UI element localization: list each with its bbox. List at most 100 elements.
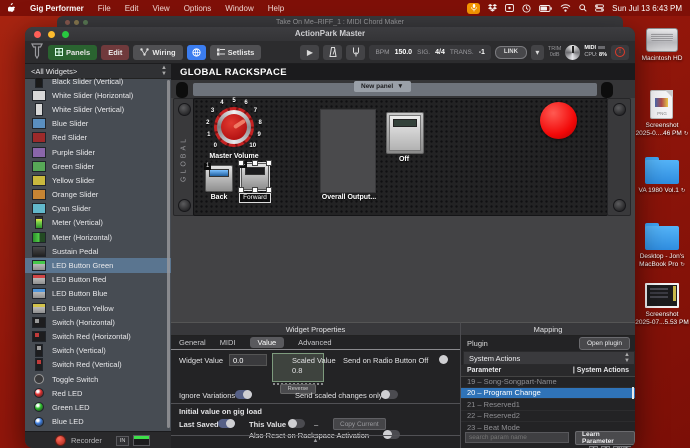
this-value-slider[interactable]: – bbox=[314, 420, 318, 429]
tempo-display[interactable]: BPM 150.0 SIG. 4/4 TRANS. -1 bbox=[369, 45, 490, 60]
widget-item[interactable]: Switch (Horizontal) bbox=[25, 315, 171, 329]
menu-item-window[interactable]: Window bbox=[218, 4, 260, 13]
desktop-icon-png[interactable]: PNGScreenshot2025-0....46 PM↻ bbox=[636, 90, 689, 138]
widget-item[interactable]: White Slider (Vertical) bbox=[25, 102, 171, 116]
edit-button[interactable]: Edit bbox=[101, 45, 129, 60]
ignore-variations-toggle[interactable] bbox=[235, 390, 252, 399]
widget-item[interactable]: Red Slider bbox=[25, 131, 171, 145]
widget-item[interactable]: Switch Red (Vertical) bbox=[25, 358, 171, 372]
tab-value[interactable]: Value bbox=[250, 337, 285, 348]
search-icon[interactable] bbox=[579, 4, 587, 12]
widget-item[interactable]: White Slider (Horizontal) bbox=[25, 88, 171, 102]
global-rackspace-button[interactable] bbox=[187, 45, 206, 60]
this-value-toggle[interactable] bbox=[288, 419, 305, 428]
off-led-button[interactable]: Off bbox=[386, 112, 422, 163]
collapse-panel-arrow[interactable]: ▲ bbox=[171, 435, 460, 447]
learn-parameter-button[interactable]: Learn Parameter bbox=[575, 431, 635, 445]
play-button[interactable]: ▶ bbox=[300, 45, 319, 60]
mapping-row[interactable]: 19 – Song-Songpart-Name bbox=[461, 376, 635, 388]
widget-item[interactable]: Toggle Switch bbox=[25, 372, 171, 386]
desktop-icon-folder[interactable]: VA 1980 Vol.1↻ bbox=[639, 156, 686, 195]
selection-handle[interactable] bbox=[266, 160, 272, 166]
battery-icon[interactable] bbox=[539, 5, 552, 12]
panels-button[interactable]: Panels bbox=[48, 45, 97, 60]
rack-panel[interactable]: 012345678910 Master Volume bbox=[193, 98, 608, 216]
widget-item[interactable]: Yellow Slider bbox=[25, 173, 171, 187]
metronome-button[interactable] bbox=[323, 45, 342, 60]
selection-handle[interactable] bbox=[252, 187, 258, 193]
menu-item-options[interactable]: Options bbox=[177, 4, 219, 13]
menu-item-help[interactable]: Help bbox=[261, 4, 291, 13]
tab-advanced[interactable]: Advanced bbox=[298, 338, 331, 347]
tab-midi[interactable]: MIDI bbox=[220, 338, 236, 347]
param-search-input[interactable] bbox=[465, 432, 569, 443]
selection-handle[interactable] bbox=[252, 160, 258, 166]
mapping-scrollbar[interactable] bbox=[632, 387, 634, 399]
microphone-icon[interactable] bbox=[467, 3, 480, 14]
widget-item[interactable]: Blue LED bbox=[25, 415, 171, 429]
global-gain-knob[interactable] bbox=[565, 45, 580, 60]
forward-led-button-selected[interactable]: 1 Forward bbox=[238, 163, 272, 203]
widget-item[interactable]: Switch Red (Horizontal) bbox=[25, 329, 171, 343]
send-scaled-toggle[interactable] bbox=[381, 390, 398, 399]
menu-item-gig-performer[interactable]: Gig Performer bbox=[23, 4, 91, 13]
desktop-icon-drive[interactable]: Macintosh HD bbox=[642, 28, 683, 63]
widget-item[interactable]: Green Slider bbox=[25, 159, 171, 173]
menu-item-edit[interactable]: Edit bbox=[118, 4, 146, 13]
screen-recording-icon[interactable] bbox=[505, 4, 514, 12]
window-titlebar[interactable]: ActionPark Master bbox=[25, 27, 635, 41]
selection-handle[interactable] bbox=[238, 160, 244, 166]
output-meter-widget[interactable] bbox=[320, 109, 376, 193]
open-plugin-button[interactable]: Open plugin bbox=[579, 337, 630, 350]
widget-item[interactable]: Sustain Pedal bbox=[25, 244, 171, 258]
widget-item[interactable]: Meter (Vertical) bbox=[25, 216, 171, 230]
tuner-button[interactable] bbox=[346, 45, 365, 60]
widget-item[interactable]: Meter (Horizontal) bbox=[25, 230, 171, 244]
widget-item[interactable]: Purple Slider bbox=[25, 145, 171, 159]
widget-properties-header[interactable]: Widget Properties bbox=[171, 323, 460, 336]
widget-item[interactable]: LED Button Yellow bbox=[25, 301, 171, 315]
widget-list-scrollbar[interactable] bbox=[167, 80, 170, 428]
mapping-source-dropdown[interactable]: System Actions ▲▼ bbox=[463, 351, 635, 365]
widget-item[interactable]: Black Slider (Vertical) bbox=[25, 78, 171, 88]
widget-item[interactable]: Green LED bbox=[25, 400, 171, 414]
mapping-row[interactable]: 20 – Program Change bbox=[461, 388, 635, 400]
send-radio-toggle[interactable] bbox=[439, 355, 448, 364]
widget-item[interactable]: LED Button Red bbox=[25, 273, 171, 287]
widget-filter-dropdown[interactable]: <All Widgets> ▲▼ bbox=[25, 64, 171, 79]
apple-menu-icon[interactable] bbox=[8, 3, 17, 14]
ableton-link-button[interactable]: LINK bbox=[495, 46, 527, 59]
control-center-icon[interactable] bbox=[595, 4, 604, 12]
widget-item[interactable]: Orange Slider bbox=[25, 188, 171, 202]
red-led-widget[interactable] bbox=[540, 102, 577, 139]
widget-item[interactable]: LED Button Green bbox=[25, 258, 171, 272]
mapping-row[interactable]: 22 – Reserved2 bbox=[461, 411, 635, 423]
copy-current-button[interactable]: Copy Current bbox=[333, 418, 386, 430]
new-panel-button[interactable]: New panel ▼ bbox=[354, 81, 411, 92]
back-led-button[interactable]: 1 Back bbox=[202, 165, 236, 201]
last-saved-toggle[interactable] bbox=[218, 419, 235, 428]
menu-item-view[interactable]: View bbox=[145, 4, 176, 13]
chevron-down-icon[interactable]: ▾ bbox=[531, 45, 544, 60]
selection-handle[interactable] bbox=[266, 187, 272, 193]
wiring-button[interactable]: Wiring bbox=[133, 45, 182, 60]
selection-outline[interactable]: 1 bbox=[241, 163, 269, 190]
widget-item[interactable]: Blue Slider bbox=[25, 117, 171, 131]
sync-icon[interactable] bbox=[522, 4, 531, 13]
widget-item[interactable]: Switch (Vertical) bbox=[25, 344, 171, 358]
wifi-icon[interactable] bbox=[560, 4, 571, 12]
widget-value-input[interactable] bbox=[229, 354, 267, 366]
tab-general[interactable]: General bbox=[179, 338, 206, 347]
widget-item[interactable]: LED Button Blue bbox=[25, 287, 171, 301]
mapping-row[interactable]: 23 – Beat Mode bbox=[461, 422, 635, 430]
desktop-icon-folder[interactable]: Desktop - Jon'sMacBook Pro↻ bbox=[639, 222, 685, 269]
selection-handle[interactable] bbox=[238, 187, 244, 193]
master-volume-knob[interactable]: 012345678910 Master Volume bbox=[196, 100, 272, 164]
widget-item[interactable]: Cyan Slider bbox=[25, 202, 171, 216]
desktop-icon-shot[interactable]: Screenshot2025-07...5.53 PM bbox=[635, 283, 688, 327]
menu-bar-clock[interactable]: Sun Jul 13 6:43 PM bbox=[612, 4, 682, 13]
dropbox-icon[interactable] bbox=[488, 4, 497, 12]
setlists-button[interactable]: Setlists bbox=[210, 45, 262, 60]
mapping-row[interactable]: 21 – Reserved1 bbox=[461, 399, 635, 411]
menu-item-file[interactable]: File bbox=[91, 4, 118, 13]
